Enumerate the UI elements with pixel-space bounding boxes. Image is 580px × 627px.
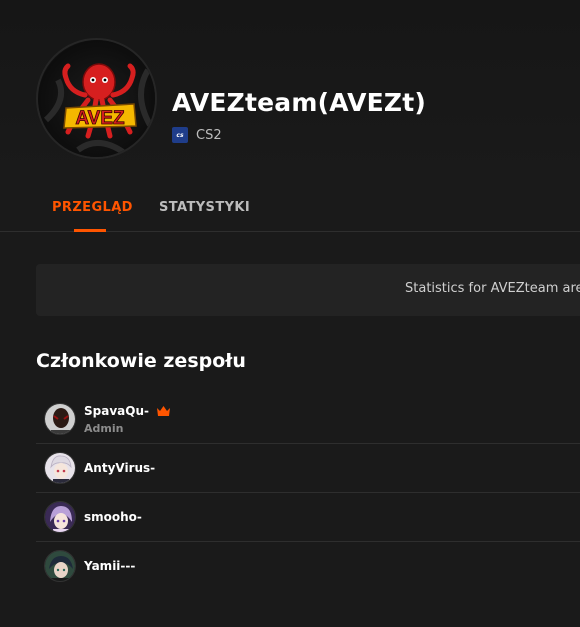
member-avatar [44, 403, 76, 435]
member-name[interactable]: Yamii--- [84, 559, 135, 573]
game-badge: cs CS2 [172, 127, 222, 143]
crown-icon [157, 406, 171, 416]
member-avatar [44, 550, 76, 582]
member-row-antyvirus[interactable]: AntyVirus- [36, 444, 580, 493]
tab-bar: PRZEGLĄD STATYSTYKI [0, 185, 580, 232]
octopus-logo-icon: AVEZ [38, 40, 155, 157]
member-row-spavaqu[interactable]: SpavaQu- Admin [36, 395, 580, 444]
member-avatar [44, 452, 76, 484]
member-row-smooho[interactable]: smooho- [36, 493, 580, 542]
member-role: Admin [84, 422, 124, 435]
member-avatar [44, 501, 76, 533]
members-list: SpavaQu- Admin AntyVirus- smooho- Yamii-… [36, 395, 580, 591]
svg-text:AVEZ: AVEZ [75, 108, 125, 129]
stats-notice-text: Statistics for AVEZteam are [405, 281, 580, 296]
member-name[interactable]: smooho- [84, 510, 142, 524]
tab-statistics[interactable]: STATYSTYKI [159, 200, 250, 215]
cs2-game-icon: cs [172, 127, 188, 143]
tab-overview[interactable]: PRZEGLĄD [52, 200, 133, 215]
active-tab-indicator [74, 229, 106, 232]
member-row-yamii[interactable]: Yamii--- [36, 542, 580, 591]
members-section-title: Członkowie zespołu [36, 350, 246, 372]
stats-notice-panel: Statistics for AVEZteam are [36, 264, 580, 316]
game-label: CS2 [196, 127, 222, 143]
team-logo: AVEZ [36, 38, 157, 159]
member-name[interactable]: AntyVirus- [84, 461, 155, 475]
member-name[interactable]: SpavaQu- [84, 404, 171, 418]
team-name: AVEZteam(AVEZt) [172, 88, 427, 117]
